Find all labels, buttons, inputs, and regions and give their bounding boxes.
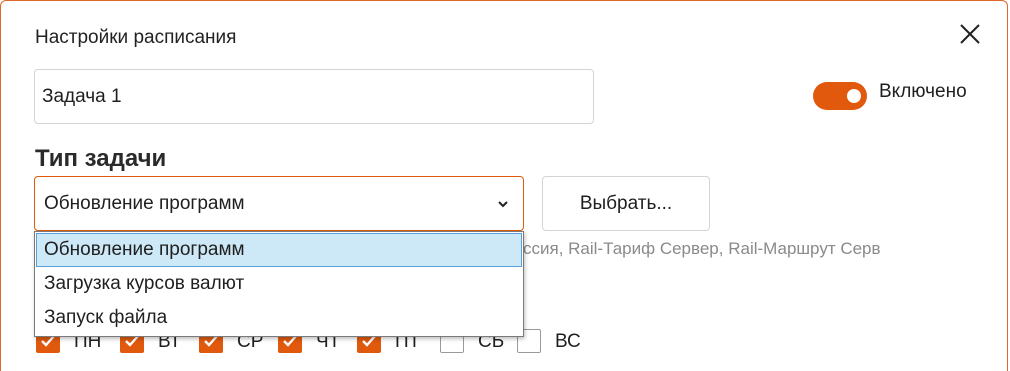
choose-button[interactable]: Выбрать... (542, 176, 710, 231)
dropdown-option-run-file[interactable]: Запуск файла (36, 301, 522, 335)
close-icon[interactable] (957, 21, 985, 49)
chevron-down-icon (498, 201, 508, 208)
task-type-selected-value: Обновление программ (44, 193, 245, 214)
schedule-settings-dialog: Настройки расписания Включено Тип задачи… (0, 0, 1008, 371)
task-type-heading: Тип задачи (35, 145, 167, 172)
enabled-toggle-label: Включено (879, 81, 967, 102)
task-type-select[interactable]: Обновление программ (34, 176, 524, 231)
dialog-title: Настройки расписания (35, 27, 237, 48)
task-type-dropdown: Обновление программ Загрузка курсов валю… (34, 231, 524, 337)
task-name-input[interactable] (34, 69, 594, 124)
products-text: ссия, Rail-Тариф Сервер, Rail-Маршрут Се… (523, 239, 881, 258)
toggle-knob (847, 89, 861, 103)
day-sun-label: ВС (555, 331, 581, 352)
dropdown-option-update-programs[interactable]: Обновление программ (36, 233, 522, 267)
enabled-toggle[interactable] (813, 82, 867, 110)
dropdown-option-load-currency-rates[interactable]: Загрузка курсов валют (36, 267, 522, 301)
